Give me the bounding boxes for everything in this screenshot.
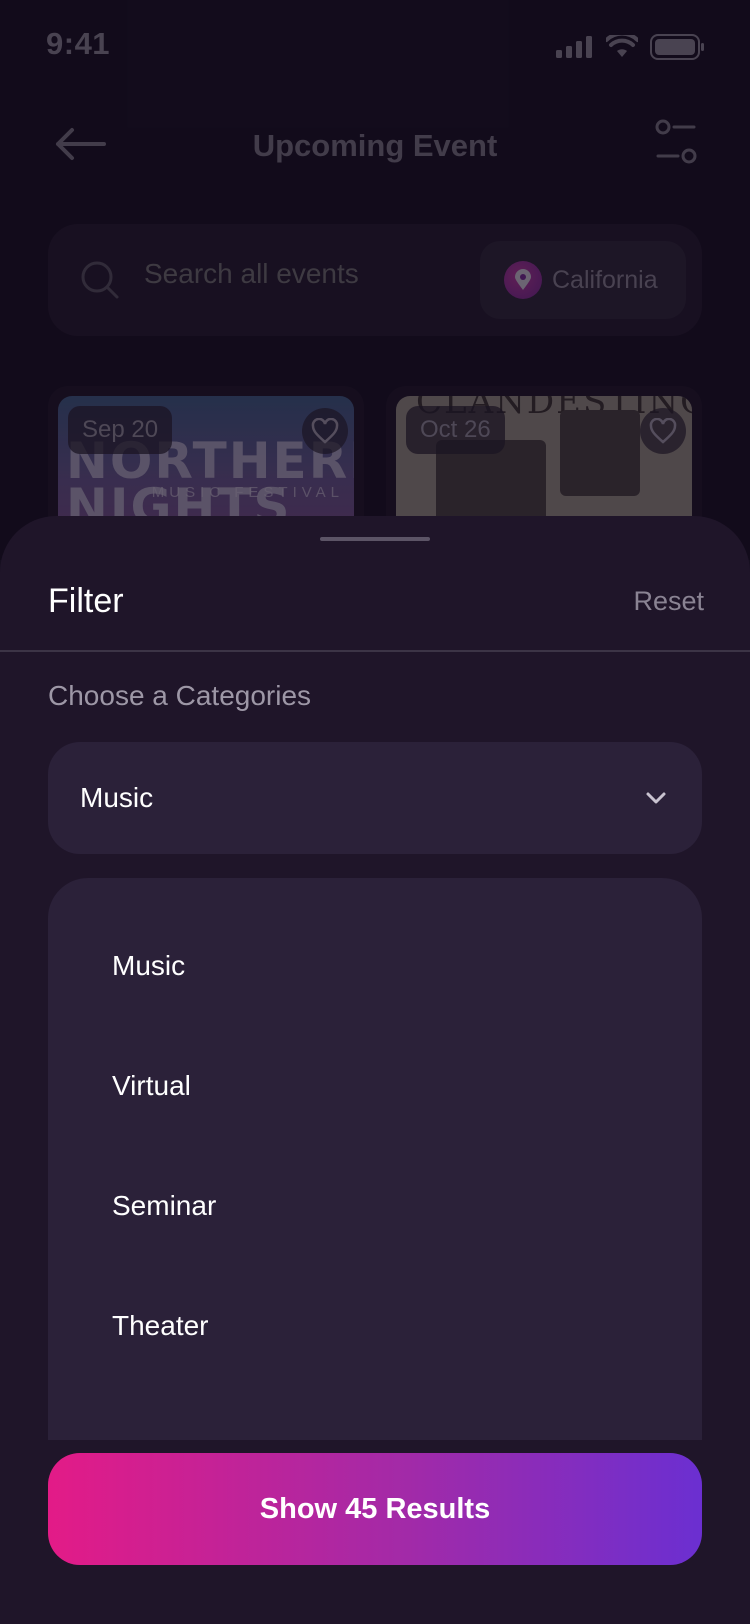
favorite-button[interactable] [302,408,348,454]
filter-title: Filter [48,582,124,620]
wifi-icon [606,35,638,57]
chevron-down-icon [646,792,666,804]
top-nav: Upcoming Event [0,110,750,180]
event-date-badge: Oct 26 [406,406,505,454]
status-time: 9:41 [46,26,111,61]
sheet-drag-handle[interactable] [320,537,430,541]
category-select-value: Music [80,782,154,813]
location-label: California [552,265,658,294]
category-option-theater[interactable]: Theater [112,1310,209,1342]
favorite-button[interactable] [640,408,686,454]
heart-icon [311,418,339,444]
filter-bottom-sheet: Filter Reset Choose a Categories Music M… [0,516,750,1624]
signal-icon [556,36,592,58]
search-icon [81,261,119,299]
search-bar: California [48,224,702,336]
category-option-virtual[interactable]: Virtual [112,1070,191,1102]
event-date-badge: Sep 20 [68,406,173,454]
reset-button[interactable]: Reset [633,586,704,617]
status-bar: 9:41 [0,0,750,92]
location-chip[interactable]: California [480,241,686,319]
battery-icon [650,34,704,60]
category-options-list: Music Virtual Seminar Theater [48,878,702,1440]
page-title: Upcoming Event [252,128,498,163]
status-icons [556,34,704,60]
show-results-button[interactable]: Show 45 Results [48,1453,702,1565]
category-option-music[interactable]: Music [112,950,185,982]
location-pin-icon [504,261,542,299]
category-section-label: Choose a Categories [48,680,312,711]
search-input[interactable] [144,258,474,290]
category-option-seminar[interactable]: Seminar [112,1190,216,1222]
filter-settings-icon[interactable] [654,118,698,166]
divider [0,650,750,652]
heart-icon [649,418,677,444]
poster-subtitle: MUSIC FESTIVAL [151,484,344,501]
poster-photo [560,410,640,496]
category-select[interactable]: Music [48,742,702,854]
